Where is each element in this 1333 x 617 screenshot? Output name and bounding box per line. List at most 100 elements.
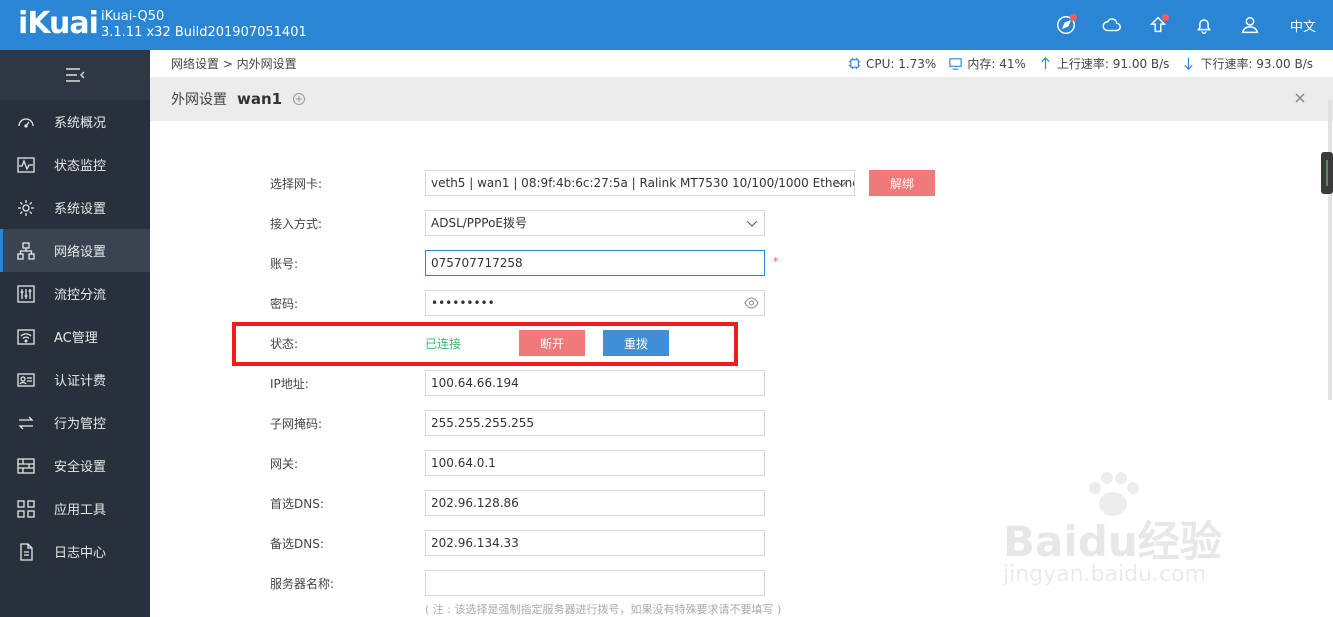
tab-wan1[interactable]: wan1 [237,90,282,108]
swap-icon [18,416,34,429]
panel-title: 外网设置 [171,92,227,108]
subnet-mask-input[interactable]: 255.255.255.255 [425,410,765,436]
add-circle-icon[interactable] [292,92,306,106]
mask-label: 子网掩码: [270,417,323,431]
access-row: 接入方式: ADSL/PPPoE拨号 [150,210,1050,236]
language-switch[interactable]: 中文 [1273,16,1333,35]
chevron-down-icon [746,220,758,227]
panel-tab-bar: 外网设置 wan1 [150,77,1333,121]
sidebar-item-1[interactable]: 状态监控 [0,143,150,186]
sidebar-item-2[interactable]: 系统设置 [0,186,150,229]
server-label: 服务器名称: [270,577,335,591]
eye-icon[interactable] [744,297,759,309]
sidebar-item-9[interactable]: 应用工具 [0,487,150,530]
device-model: iKuai-Q50 [101,9,165,24]
sliders-icon [17,284,35,303]
access-method-select[interactable]: ADSL/PPPoE拨号 [425,210,765,236]
disconnect-button[interactable]: 断开 [519,330,585,356]
sidebar-item-label: 日志中心 [54,546,107,561]
notifications-button[interactable] [1181,0,1227,50]
device-info: iKuai-Q50 3.1.11 x32 Build201907051401 [101,9,307,41]
secondary-dns-input[interactable]: 202.96.134.33 [425,530,765,556]
ip-row: IP地址: 100.64.66.194 [150,370,1050,396]
gateway-label: 网关: [270,457,299,471]
breadcrumb[interactable]: 网络设置 > 内外网设置 [171,55,297,72]
cloud-button[interactable] [1089,0,1135,50]
gateway-input[interactable]: 100.64.0.1 [425,450,765,476]
wifi-icon [17,328,35,345]
arrow-down-icon [1184,57,1194,70]
remote-assist-button[interactable] [1043,0,1089,50]
sidebar: 系统概况状态监控系统设置网络设置流控分流 AC管理认证计费行为管控安全设置应用工具… [0,50,150,617]
password-input[interactable]: ••••••••• [425,290,765,316]
status-label: 状态: [270,337,299,351]
log-icon [20,542,33,561]
sidebar-collapse-button[interactable] [0,50,150,100]
sidebar-item-label: AC管理 [54,331,98,346]
server-name-input[interactable] [425,570,765,596]
breadcrumb-bar: 网络设置 > 内外网设置 CPU: 1.73% 内存: 41% 上行速率: 91… [150,50,1333,77]
sidebar-item-10[interactable]: 日志中心 [0,530,150,573]
sidebar-item-label: 网络设置 [54,245,107,260]
close-icon[interactable] [1293,91,1307,105]
account-input[interactable]: 075707717258 [425,250,765,276]
sidebar-item-0[interactable]: 系统概况 [0,100,150,143]
gateway-row: 网关: 100.64.0.1 [150,450,1050,476]
network-icon [17,241,35,260]
dns1-row: 首选DNS: 202.96.128.86 [150,490,1050,516]
sidebar-item-label: 应用工具 [54,503,107,518]
redial-button[interactable]: 重拨 [603,330,669,356]
memory-stat: 内存: 41% [948,55,1026,72]
arrow-up-icon [1041,57,1050,70]
sidebar-item-8[interactable]: 安全设置 [0,444,150,487]
scrollbar-thumb[interactable] [1321,152,1333,194]
account-label: 账号: [270,257,299,271]
firewall-icon [17,457,35,474]
scrollbar-track[interactable] [1328,100,1332,400]
user-button[interactable] [1227,0,1273,50]
server-note: ( 注 : 该选择是强制指定服务器进行拨号，如果没有特殊要求请不要填写 ) [425,603,782,616]
upload-stat: 上行速率: 91.00 B/s [1038,55,1169,72]
nic-row: 选择网卡: veth5 | wan1 | 08:9f:4b:6c:27:5a |… [150,170,1050,196]
dns2-row: 备选DNS: 202.96.134.33 [150,530,1050,556]
sidebar-item-3[interactable]: 网络设置 [0,229,150,272]
sidebar-item-label: 流控分流 [54,288,107,303]
sidebar-item-7[interactable]: 行为管控 [0,401,150,444]
sidebar-item-label: 认证计费 [54,374,107,389]
chevron-down-icon [836,180,848,187]
cpu-stat: CPU: 1.73% [847,56,936,71]
download-stat: 下行速率: 93.00 B/s [1181,55,1313,72]
ip-label: IP地址: [270,377,309,391]
account-row: 账号: 075707717258 * [150,250,1050,276]
sidebar-item-5[interactable]: AC管理 [0,315,150,358]
ip-input[interactable]: 100.64.66.194 [425,370,765,396]
sidebar-item-label: 系统概况 [54,116,107,131]
upgrade-button[interactable] [1135,0,1181,50]
connection-status: 已连接 [425,337,462,351]
sidebar-item-label: 系统设置 [54,202,107,217]
sidebar-item-6[interactable]: 认证计费 [0,358,150,401]
access-label: 接入方式: [270,217,323,231]
monitor-icon [949,58,963,70]
mask-row: 子网掩码: 255.255.255.255 [150,410,1050,436]
nic-select[interactable]: veth5 | wan1 | 08:9f:4b:6c:27:5a | Ralin… [425,170,855,196]
password-label: 密码: [270,297,299,311]
apps-icon [17,499,35,518]
id-card-icon [17,372,35,387]
bell-icon [1197,19,1211,34]
server-row: 服务器名称: [150,570,1050,596]
primary-dns-input[interactable]: 202.96.128.86 [425,490,765,516]
top-bar: iKuai iKuai-Q50 3.1.11 x32 Build20190705… [0,0,1333,50]
cloud-icon [1102,18,1121,32]
gear-icon [18,199,34,216]
pulse-icon [17,156,35,173]
sidebar-item-label: 安全设置 [54,460,107,475]
ikuai-logo[interactable]: iKuai [18,6,99,41]
upgrade-dot [1162,14,1169,21]
nic-label: 选择网卡: [270,177,323,191]
notification-dot [1070,14,1077,21]
sidebar-item-label: 状态监控 [54,159,107,174]
sidebar-item-label: 行为管控 [54,417,107,432]
unbind-button[interactable]: 解绑 [869,170,935,196]
sidebar-item-4[interactable]: 流控分流 [0,272,150,315]
